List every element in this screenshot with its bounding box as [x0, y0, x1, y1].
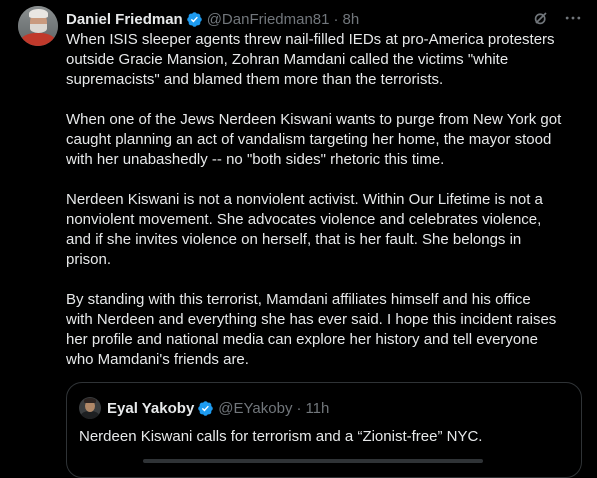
quoted-tweet-timestamp: 11h: [305, 399, 330, 417]
previous-tweet-edge: [0, 0, 597, 4]
verified-badge-icon: [197, 400, 214, 417]
quoted-tweet-header: Eyal Yakoby @EYakoby · 11h: [79, 397, 329, 419]
tweet-paragraph: When ISIS sleeper agents threw nail-fill…: [66, 31, 555, 88]
quoted-tweet-card[interactable]: Eyal Yakoby @EYakoby · 11h Nerdeen Kiswa…: [66, 382, 582, 478]
quoted-author-display-name: Eyal Yakoby: [107, 399, 195, 417]
author-display-name[interactable]: Daniel Friedman: [66, 11, 183, 28]
tweet-paragraph: By standing with this terrorist, Mamdani…: [66, 291, 557, 368]
header-separator: ·: [333, 10, 339, 28]
more-icon[interactable]: [563, 8, 583, 28]
author-handle[interactable]: @DanFriedman81: [207, 11, 330, 28]
tweet-paragraph: When one of the Jews Nerdeen Kiswani wan…: [66, 111, 562, 168]
quoted-author-handle: @EYakoby: [218, 399, 293, 417]
quoted-header-separator: ·: [296, 399, 302, 417]
quoted-tweet-text: Nerdeen Kiswani calls for terrorism and …: [79, 428, 483, 445]
tweet-header-actions: [531, 8, 583, 28]
tweet-body: When ISIS sleeper agents threw nail-fill…: [66, 30, 580, 390]
tweet-paragraph: Nerdeen Kiswani is not a nonviolent acti…: [66, 191, 543, 268]
author-avatar[interactable]: [18, 6, 58, 46]
quoted-author-avatar: [79, 397, 101, 419]
grok-icon[interactable]: [531, 8, 551, 28]
tweet-timestamp[interactable]: 8h: [343, 11, 360, 28]
verified-badge-icon[interactable]: [186, 11, 203, 28]
tweet-header: Daniel Friedman @DanFriedman81 · 8h: [66, 9, 359, 29]
